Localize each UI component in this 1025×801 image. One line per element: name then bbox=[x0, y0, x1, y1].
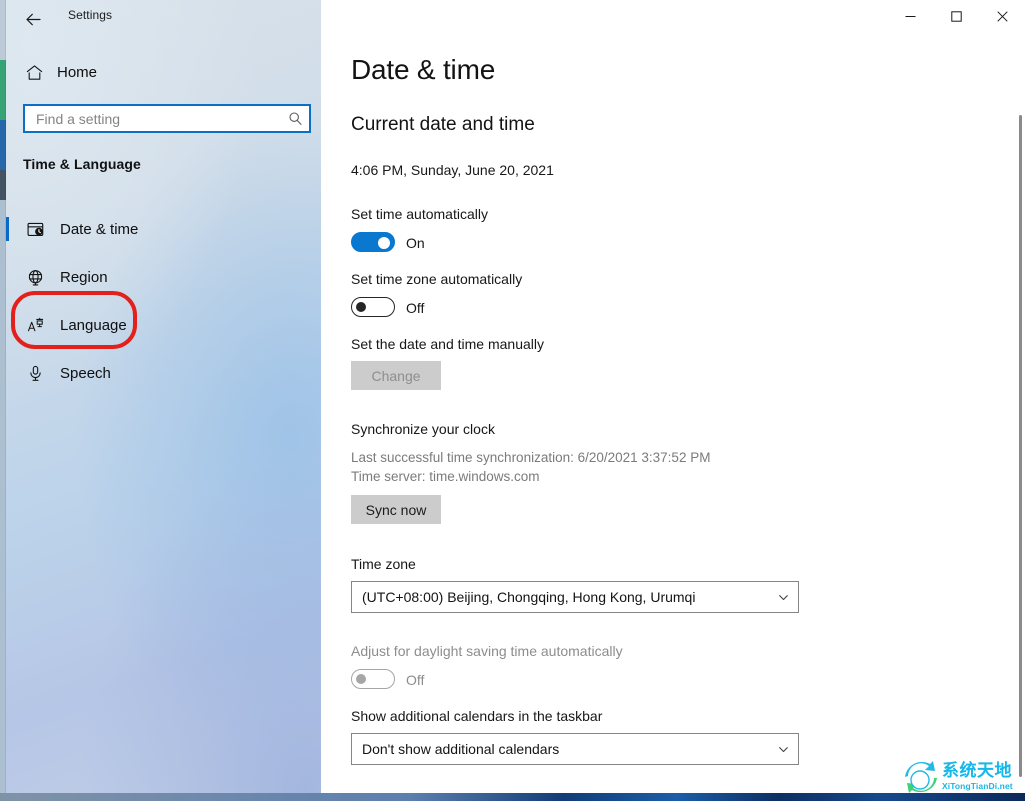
toggle-knob bbox=[378, 237, 390, 249]
time-zone-label: Time zone bbox=[351, 556, 416, 572]
screen: Settings Home bbox=[0, 0, 1025, 801]
current-datetime-value: 4:06 PM, Sunday, June 20, 2021 bbox=[351, 162, 554, 178]
watermark-logo-icon bbox=[903, 760, 939, 794]
close-icon[interactable] bbox=[979, 0, 1025, 32]
change-button[interactable]: Change bbox=[351, 361, 441, 390]
set-timezone-automatically-toggle[interactable] bbox=[351, 297, 395, 317]
sync-now-button[interactable]: Sync now bbox=[351, 495, 441, 524]
sidebar-item-speech-label: Speech bbox=[60, 365, 111, 382]
search-icon[interactable] bbox=[281, 111, 309, 126]
watermark-en: XiTongTianDi.net bbox=[942, 782, 1013, 791]
synchronize-title: Synchronize your clock bbox=[351, 421, 495, 437]
back-arrow-icon[interactable] bbox=[14, 2, 52, 36]
titlebar: Settings bbox=[6, 0, 321, 40]
toggle-knob bbox=[356, 302, 366, 312]
main-content: Date & time Current date and time 4:06 P… bbox=[321, 0, 1025, 793]
additional-calendars-value: Don't show additional calendars bbox=[352, 741, 768, 757]
daylight-saving-state: Off bbox=[406, 672, 424, 688]
set-time-automatically-state: On bbox=[406, 235, 425, 251]
toggle-knob bbox=[356, 674, 366, 684]
watermark: 系统天地 XiTongTianDi.net bbox=[903, 757, 1021, 797]
additional-calendars-label: Show additional calendars in the taskbar bbox=[351, 708, 602, 724]
sidebar-item-region[interactable]: Region bbox=[6, 253, 321, 301]
microphone-icon bbox=[20, 364, 50, 383]
maximize-icon[interactable] bbox=[933, 0, 979, 32]
calendar-clock-icon bbox=[20, 220, 50, 239]
sidebar: Settings Home bbox=[6, 0, 321, 793]
watermark-cn: 系统天地 bbox=[942, 763, 1013, 780]
language-icon bbox=[20, 316, 50, 335]
chevron-down-icon[interactable] bbox=[768, 744, 798, 755]
sidebar-nav: Date & time Region bbox=[6, 205, 321, 397]
window-controls bbox=[887, 0, 1025, 32]
minimize-icon[interactable] bbox=[887, 0, 933, 32]
sidebar-item-home[interactable]: Home bbox=[16, 55, 311, 89]
sidebar-section-heading: Time & Language bbox=[23, 156, 141, 172]
sidebar-item-home-label: Home bbox=[57, 64, 97, 81]
daylight-saving-label: Adjust for daylight saving time automati… bbox=[351, 643, 623, 659]
taskbar-strip bbox=[0, 793, 1025, 801]
set-manually-label: Set the date and time manually bbox=[351, 336, 544, 352]
sidebar-item-date-time-label: Date & time bbox=[60, 221, 138, 238]
sidebar-item-language[interactable]: Language bbox=[6, 301, 321, 349]
sidebar-item-language-label: Language bbox=[60, 317, 127, 334]
daylight-saving-toggle bbox=[351, 669, 395, 689]
sidebar-item-region-label: Region bbox=[60, 269, 108, 286]
time-server-text: Time server: time.windows.com bbox=[351, 467, 540, 486]
set-time-automatically-label: Set time automatically bbox=[351, 206, 488, 222]
time-zone-value: (UTC+08:00) Beijing, Chongqing, Hong Kon… bbox=[352, 589, 768, 605]
search-box[interactable] bbox=[23, 104, 311, 133]
settings-window: Settings Home bbox=[6, 0, 1025, 793]
vertical-scrollbar[interactable] bbox=[1019, 115, 1022, 777]
page-title: Date & time bbox=[351, 54, 495, 86]
chevron-down-icon[interactable] bbox=[768, 592, 798, 603]
set-timezone-automatically-state: Off bbox=[406, 300, 424, 316]
watermark-text: 系统天地 XiTongTianDi.net bbox=[942, 763, 1013, 791]
last-sync-text: Last successful time synchronization: 6/… bbox=[351, 448, 710, 467]
window-title: Settings bbox=[68, 8, 112, 22]
globe-icon bbox=[20, 268, 50, 287]
set-timezone-automatically-label: Set time zone automatically bbox=[351, 271, 522, 287]
additional-calendars-dropdown[interactable]: Don't show additional calendars bbox=[351, 733, 799, 765]
search-input[interactable] bbox=[25, 106, 281, 131]
time-zone-dropdown[interactable]: (UTC+08:00) Beijing, Chongqing, Hong Kon… bbox=[351, 581, 799, 613]
home-icon bbox=[16, 63, 52, 82]
set-time-automatically-toggle[interactable] bbox=[351, 232, 395, 252]
sidebar-item-date-time[interactable]: Date & time bbox=[6, 205, 321, 253]
section-title-current-date-time: Current date and time bbox=[351, 114, 535, 136]
sidebar-item-speech[interactable]: Speech bbox=[6, 349, 321, 397]
